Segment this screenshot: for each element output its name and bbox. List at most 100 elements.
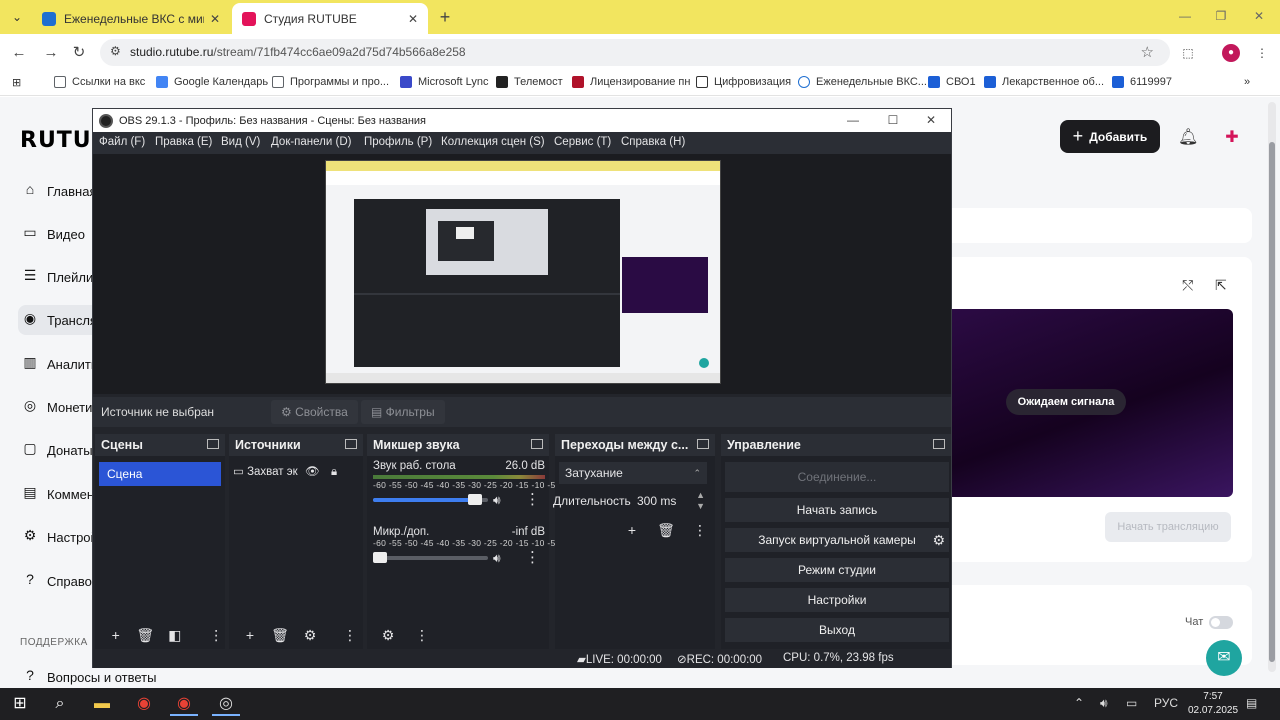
menu-edit[interactable]: Правка (E): [155, 136, 212, 148]
tab-rutube-studio[interactable]: Студия RUTUBE ✕: [232, 3, 428, 34]
forward-icon[interactable]: →: [40, 42, 62, 64]
volume-fader[interactable]: [373, 556, 488, 560]
bookmark-item[interactable]: Google Календарь: [156, 76, 268, 88]
menu-profile[interactable]: Профиль (P): [364, 136, 432, 148]
user-avatar[interactable]: ✚: [1221, 127, 1243, 147]
menu-file[interactable]: Файл (F): [99, 136, 145, 148]
bookmark-item[interactable]: Цифровизация: [696, 76, 791, 88]
file-explorer-icon[interactable]: ▬: [88, 692, 116, 716]
minimize-icon[interactable]: —: [1170, 4, 1200, 28]
spin-arrows-icon[interactable]: ▲ ▼: [696, 490, 705, 512]
menu-dots-icon[interactable]: ⋮: [1252, 43, 1272, 63]
tab-search-icon[interactable]: ⌄: [6, 6, 28, 28]
obs-minimize-icon[interactable]: —: [833, 109, 873, 132]
new-tab-icon[interactable]: +: [434, 6, 456, 28]
bookmark-star-icon[interactable]: ☆: [1141, 43, 1154, 61]
obs-titlebar[interactable]: OBS 29.1.3 - Профиль: Без названия - Сце…: [93, 109, 951, 132]
support-chat-icon[interactable]: ✉: [1206, 640, 1242, 676]
start-stream-button[interactable]: Начать трансляцию: [1105, 512, 1231, 542]
tray-overflow-icon[interactable]: ⌃: [1074, 696, 1084, 710]
profile-avatar-icon[interactable]: ●: [1222, 44, 1240, 62]
bookmark-item[interactable]: Ссылки на вкс: [54, 76, 145, 88]
bookmark-item[interactable]: 6119997: [1112, 76, 1172, 88]
properties-button[interactable]: ⚙ Свойства: [271, 400, 358, 424]
gear-icon[interactable]: ⚙: [932, 528, 945, 552]
chrome-icon[interactable]: ◉: [130, 692, 158, 716]
bookmark-item[interactable]: Еженедельные ВКС...: [798, 76, 927, 88]
network-icon[interactable]: ▭: [1126, 696, 1137, 710]
obs-maximize-icon[interactable]: ☐: [873, 109, 913, 132]
eye-icon[interactable]: 👁︎: [305, 462, 320, 482]
bookmarks-overflow-icon[interactable]: »: [1244, 76, 1250, 88]
bookmark-item[interactable]: Microsoft Lync: [400, 76, 489, 88]
obs-close-icon[interactable]: ✕: [911, 109, 951, 132]
apps-grid-icon[interactable]: ⊞: [12, 76, 21, 89]
close-window-icon[interactable]: ✕: [1244, 4, 1274, 28]
lock-icon[interactable]: 🔒︎: [331, 462, 337, 482]
search-icon[interactable]: ⌕: [46, 692, 74, 716]
add-icon[interactable]: +: [615, 522, 649, 539]
system-clock[interactable]: 7:57 02.07.2025: [1186, 690, 1240, 718]
start-recording-button[interactable]: Начать запись: [725, 498, 949, 522]
add-button[interactable]: + Добавить: [1060, 120, 1160, 153]
share-icon[interactable]: ⤲: [1182, 277, 1193, 294]
scene-item[interactable]: Сцена: [99, 462, 221, 486]
advanced-audio-icon[interactable]: ⚙: [379, 627, 397, 644]
fader-knob[interactable]: [468, 494, 483, 505]
nav-analytics[interactable]: ▥ Аналити: [20, 354, 98, 374]
nav-home[interactable]: ⌂ Главная: [20, 181, 97, 201]
extensions-icon[interactable]: ⬚: [1178, 43, 1198, 63]
nav-video[interactable]: ▭ Видео: [20, 224, 85, 244]
exit-button[interactable]: Выход: [725, 618, 949, 642]
open-external-icon[interactable]: ⇱: [1215, 277, 1227, 294]
more-icon[interactable]: ⋮: [413, 627, 431, 644]
undock-icon[interactable]: [531, 439, 543, 449]
menu-tools[interactable]: Сервис (T): [554, 136, 611, 148]
speaker-icon[interactable]: 🔊︎: [1100, 696, 1108, 711]
undock-icon[interactable]: [345, 439, 357, 449]
studio-mode-button[interactable]: Режим студии: [725, 558, 949, 582]
language-indicator[interactable]: РУС: [1154, 696, 1178, 710]
maximize-icon[interactable]: ❐: [1206, 4, 1236, 28]
fader-knob[interactable]: [373, 552, 387, 563]
page-scrollbar[interactable]: [1268, 102, 1276, 672]
undock-icon[interactable]: [697, 439, 709, 449]
filter-icon[interactable]: ◧: [166, 627, 183, 644]
nav-settings[interactable]: ⚙ Настрой: [20, 527, 98, 547]
undock-icon[interactable]: [933, 439, 945, 449]
add-icon[interactable]: +: [107, 627, 124, 643]
tab-vks[interactable]: Еженедельные ВКС с министр ✕: [32, 3, 230, 34]
more-icon[interactable]: ⋮: [341, 627, 359, 644]
reload-icon[interactable]: ↻: [68, 42, 90, 64]
start-windows-icon[interactable]: ⊞: [6, 692, 34, 716]
add-icon[interactable]: +: [241, 627, 259, 643]
speaker-icon[interactable]: 🔊︎: [493, 493, 501, 508]
more-icon[interactable]: ⋮: [683, 522, 717, 539]
trash-icon[interactable]: 🗑︎: [649, 522, 683, 539]
gear-icon[interactable]: ⚙: [301, 627, 319, 644]
omnibox[interactable]: ⚙ studio.rutube.ru/stream/71fb474cc6ae09…: [100, 39, 1170, 66]
speaker-icon[interactable]: 🔊︎: [493, 551, 501, 566]
filters-button[interactable]: ▤ Фильтры: [361, 400, 445, 424]
bookmark-item[interactable]: Лицензирование пн: [572, 76, 690, 88]
more-icon[interactable]: ⋮: [208, 627, 225, 644]
url-text[interactable]: studio.rutube.ru/stream/71fb474cc6ae09a2…: [130, 45, 466, 59]
menu-scene-collection[interactable]: Коллекция сцен (S): [441, 136, 545, 148]
nav-playlists[interactable]: ☰ Плейли: [20, 267, 94, 287]
notifications-icon[interactable]: ▤: [1246, 696, 1257, 710]
obs-taskbar-icon[interactable]: ◎: [212, 692, 240, 716]
stream-connecting-button[interactable]: Соединение...: [725, 462, 949, 492]
trash-icon[interactable]: 🗑︎: [136, 627, 154, 644]
transition-select[interactable]: Затухание ⌃: [559, 462, 707, 484]
bookmark-item[interactable]: Телемост: [496, 76, 563, 88]
trash-icon[interactable]: 🗑︎: [271, 627, 289, 644]
nav-comments[interactable]: ▤ Коммен: [20, 484, 94, 504]
undock-icon[interactable]: [207, 439, 219, 449]
nav-donates[interactable]: ▢ Донаты: [20, 440, 92, 460]
source-item[interactable]: ▭ Захват эк 👁︎ 🔒︎: [233, 462, 359, 482]
site-info-icon[interactable]: ⚙: [110, 44, 121, 58]
bookmark-item[interactable]: СВО1: [928, 76, 976, 88]
menu-docks[interactable]: Док-панели (D): [271, 136, 351, 148]
menu-view[interactable]: Вид (V): [221, 136, 260, 148]
menu-help[interactable]: Справка (H): [621, 136, 685, 148]
